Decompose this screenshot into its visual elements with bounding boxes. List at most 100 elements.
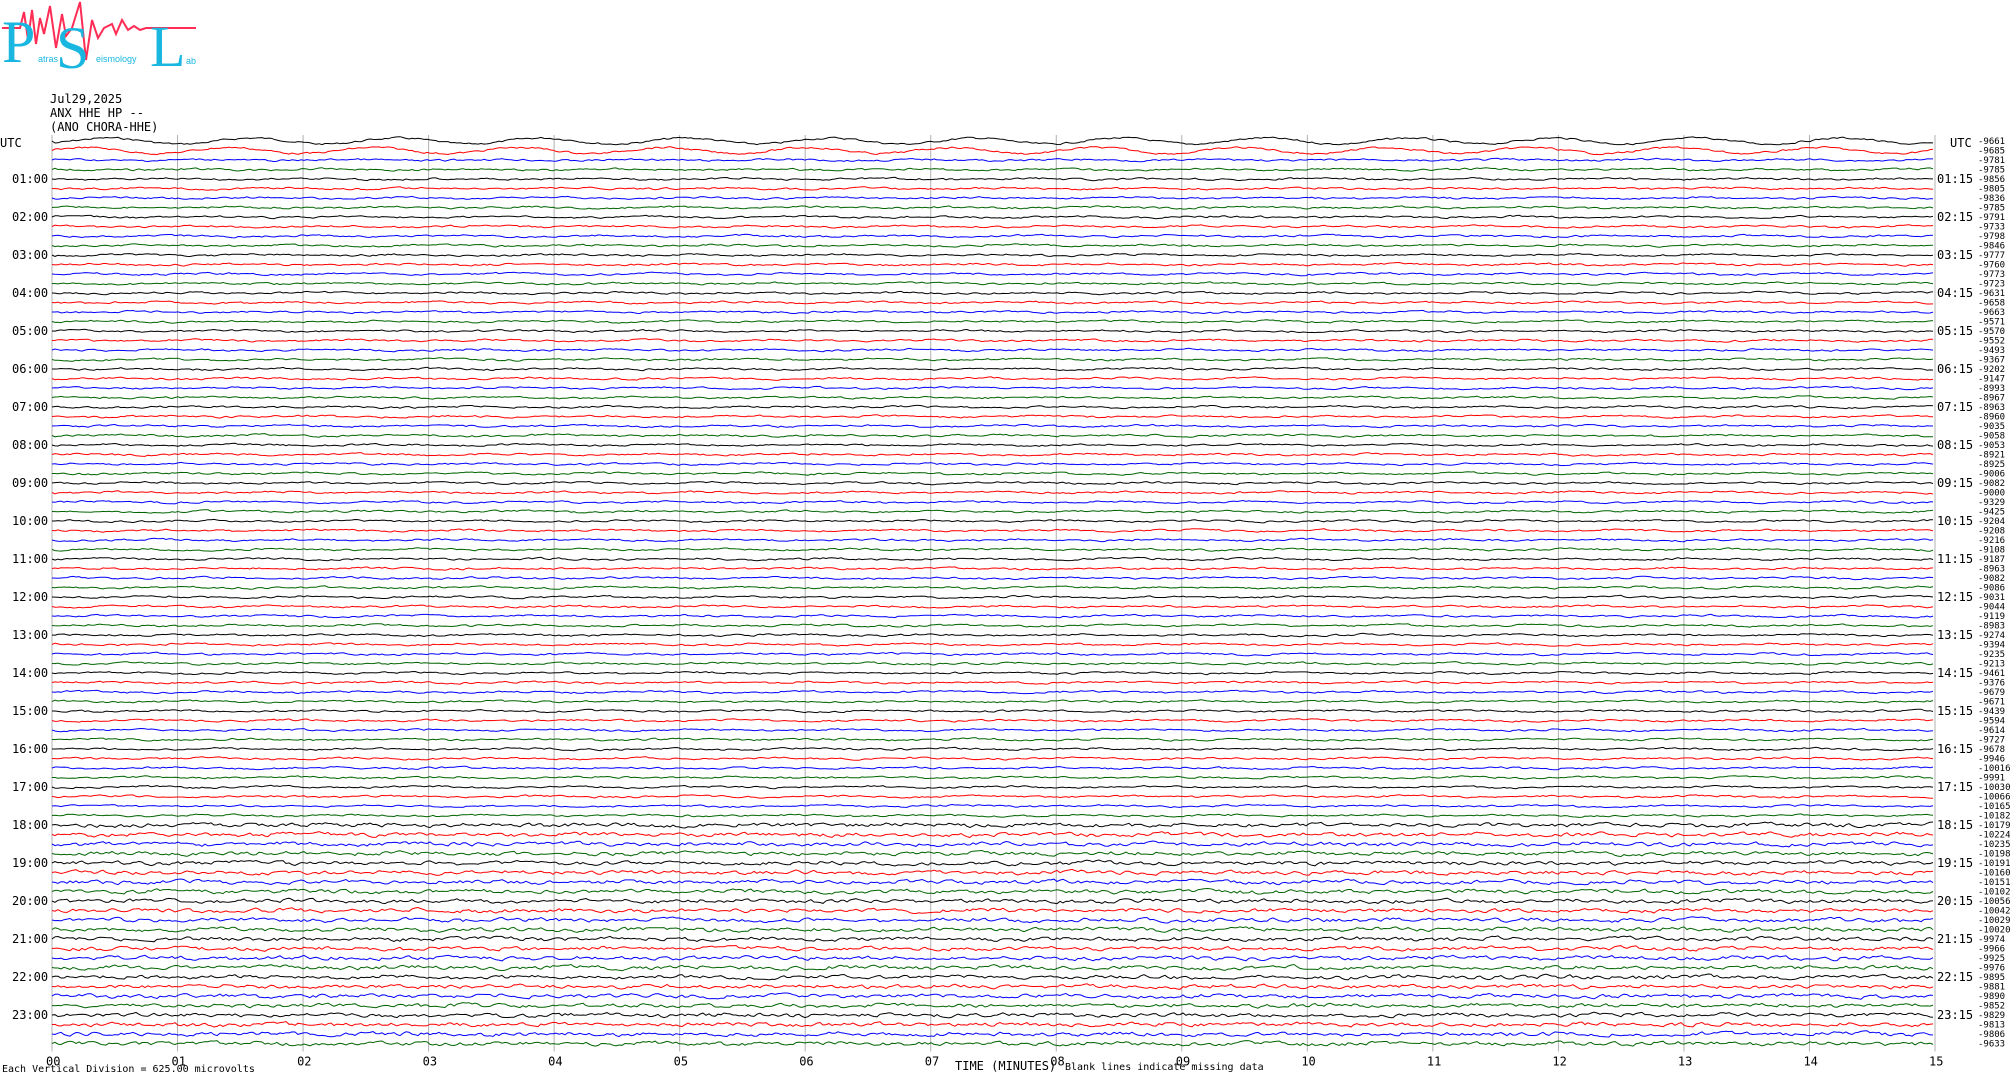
hour-label-right: 17:15: [1937, 780, 1973, 794]
hour-label-left: 03:00: [12, 248, 48, 262]
trace-offset-label: -10182: [1978, 812, 2010, 822]
trace-offset-label: -9552: [1978, 337, 2005, 347]
seismic-trace: [51, 136, 1934, 146]
trace-offset-label: -9781: [1978, 156, 2005, 166]
trace-offset-label: -9213: [1978, 660, 2005, 670]
trace-offset-label: -9671: [1978, 698, 2005, 708]
trace-offset-label: -9966: [1978, 945, 2005, 955]
trace-offset-label: -9187: [1978, 555, 2005, 565]
x-tick-label: 11: [1427, 1055, 1441, 1069]
seismic-trace: [51, 906, 1934, 915]
trace-offset-label: -9000: [1978, 489, 2005, 499]
seismic-trace: [51, 319, 1934, 324]
seismic-trace: [51, 973, 1934, 981]
trace-offset-label: -9890: [1978, 992, 2005, 1002]
trace-offset-label: -9493: [1978, 346, 2005, 356]
seismic-trace: [51, 414, 1933, 419]
trace-offset-label: -10042: [1978, 907, 2010, 917]
seismic-trace: [51, 186, 1934, 191]
seismic-trace: [52, 518, 1933, 524]
trace-offset-label: -9119: [1978, 612, 2005, 622]
hour-label-right: 03:15: [1937, 248, 1973, 262]
seismic-trace: [51, 490, 1934, 495]
hour-label-right: 11:15: [1937, 552, 1973, 566]
seismic-trace: [51, 233, 1934, 239]
seismic-trace: [51, 145, 1934, 156]
trace-offset-label: -9570: [1978, 327, 2005, 337]
trace-offset-label: -9679: [1978, 688, 2005, 698]
seismic-trace: [51, 765, 1934, 771]
x-tick-label: 05: [674, 1055, 688, 1069]
seismic-trace: [52, 737, 1934, 742]
hour-label-left: 12:00: [12, 590, 48, 604]
hour-label-left: 16:00: [12, 742, 48, 756]
seismic-trace: [51, 167, 1934, 172]
trace-offset-label: -9274: [1978, 631, 2005, 641]
seismic-trace: [52, 775, 1934, 780]
trace-offset-label: -8960: [1978, 413, 2005, 423]
hour-label-left: 20:00: [12, 894, 48, 908]
trace-offset-label: -10235: [1978, 840, 2010, 850]
seismic-trace: [51, 1040, 1934, 1047]
hour-label-right: 10:15: [1937, 514, 1973, 528]
seismic-trace: [51, 944, 1934, 952]
trace-offset-label: -9785: [1978, 204, 2005, 214]
x-tick-label: 03: [423, 1055, 437, 1069]
hour-label-left: 21:00: [12, 932, 48, 946]
hour-label-right: 06:15: [1937, 362, 1973, 376]
hour-label-right: 23:15: [1937, 1008, 1973, 1022]
seismic-trace: [51, 442, 1934, 447]
seismic-trace: [51, 926, 1934, 933]
hour-label-right: 21:15: [1937, 932, 1973, 946]
footer-scale: Each Vertical Division = 625.00 microvol…: [2, 1064, 255, 1075]
trace-offset-label: -8963: [1978, 403, 2005, 413]
seismic-trace: [51, 670, 1934, 676]
seismic-trace: [51, 528, 1934, 533]
trace-offset-label: -9785: [1978, 166, 2005, 176]
trace-offset-label: -9425: [1978, 508, 2005, 518]
trace-offset-label: -9856: [1978, 175, 2005, 185]
trace-offset-label: -10102: [1978, 888, 2010, 898]
trace-offset-label: -8983: [1978, 622, 2005, 632]
utc-label-left: UTC: [0, 136, 22, 150]
seismic-trace: [51, 452, 1934, 457]
seismic-trace: [51, 157, 1933, 163]
trace-offset-label: -9044: [1978, 603, 2005, 613]
x-tick-label: 02: [297, 1055, 311, 1069]
seismic-trace: [51, 195, 1934, 201]
seismic-trace: [51, 651, 1934, 657]
trace-offset-label: -9925: [1978, 954, 2005, 964]
seismic-trace: [51, 840, 1934, 848]
trace-offset-label: -9108: [1978, 546, 2005, 556]
x-tick-label: 15: [1929, 1055, 1943, 1069]
trace-offset-label: -9777: [1978, 251, 2005, 261]
seismic-trace: [51, 547, 1934, 552]
seismic-trace: [51, 509, 1934, 514]
trace-offset-label: -9678: [1978, 745, 2005, 755]
hour-label-right: 04:15: [1937, 286, 1973, 300]
trace-offset-label: -9829: [1978, 1011, 2005, 1021]
trace-offset-label: -10151: [1978, 878, 2010, 888]
seismic-trace: [51, 433, 1933, 438]
trace-offset-label: -9946: [1978, 755, 2005, 765]
seismic-trace: [51, 963, 1934, 972]
trace-offset-label: -10066: [1978, 793, 2010, 803]
trace-offset-label: -10179: [1978, 821, 2010, 831]
trace-offset-label: -9852: [1978, 1002, 2005, 1012]
seismic-trace: [51, 271, 1934, 277]
hour-label-right: 09:15: [1937, 476, 1973, 490]
trace-offset-label: -10198: [1978, 850, 2010, 860]
seismic-trace: [52, 309, 1934, 315]
trace-offset-label: -9614: [1978, 726, 2005, 736]
seismic-trace: [51, 585, 1934, 590]
x-tick-label: 06: [799, 1055, 813, 1069]
seismic-trace: [52, 366, 1934, 372]
trace-offset-label: -9086: [1978, 584, 2005, 594]
seismic-trace: [51, 556, 1934, 562]
hour-label-right: 15:15: [1937, 704, 1973, 718]
trace-offset-label: -9846: [1978, 242, 2005, 252]
trace-offset-label: -9147: [1978, 375, 2005, 385]
trace-offset-label: -9760: [1978, 261, 2005, 271]
trace-offset-label: -9394: [1978, 641, 2005, 651]
trace-offset-label: -9727: [1978, 736, 2005, 746]
